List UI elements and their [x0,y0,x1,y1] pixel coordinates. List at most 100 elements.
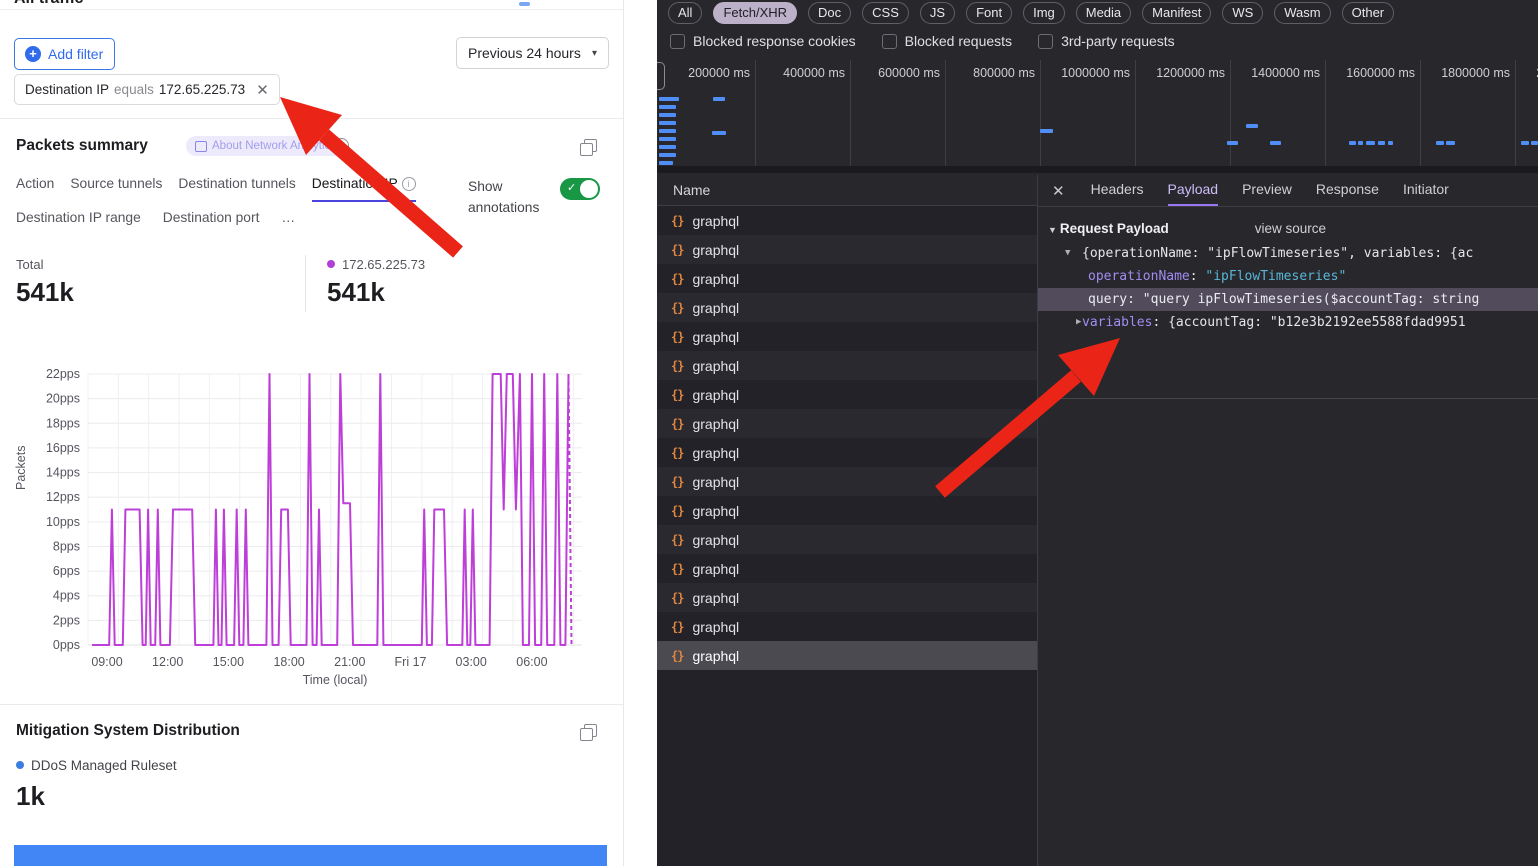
popout-icon[interactable] [584,724,597,737]
info-icon: i [402,177,416,191]
colon: : [1152,315,1168,330]
about-network-analytics-badge[interactable]: About Network Analytics [186,136,345,156]
filter-pill-media[interactable]: Media [1076,2,1131,24]
svg-text:09:00: 09:00 [91,655,122,669]
request-row[interactable]: {}graphql [657,206,1037,235]
tab--[interactable]: … [281,210,295,225]
tab-source-tunnels[interactable]: Source tunnels [70,176,162,202]
request-row[interactable]: {}graphql [657,583,1037,612]
detail-tab-payload[interactable]: Payload [1168,175,1219,206]
network-overview-timeline[interactable]: 200000 ms400000 ms600000 ms800000 ms1000… [657,58,1538,173]
timeline-bottom-strip [657,166,1538,173]
filter-pill-css[interactable]: CSS [862,2,909,24]
name-column-header[interactable]: Name [657,175,1037,206]
popout-icon[interactable] [584,139,597,152]
filter-chip-operator: equals [114,82,154,97]
stat-block: Total541k [16,257,266,308]
svg-text:03:00: 03:00 [456,655,487,669]
request-name: graphql [692,474,739,490]
request-name: graphql [692,503,739,519]
request-timing-mark [659,113,676,117]
remove-filter-icon[interactable]: ✕ [256,81,269,99]
filter-pill-all[interactable]: All [668,2,702,24]
request-row[interactable]: {}graphql [657,641,1037,670]
request-row[interactable]: {}graphql [657,612,1037,641]
show-annotations-toggle[interactable]: ✓ [560,178,600,200]
request-row[interactable]: {}graphql [657,293,1037,322]
json-file-icon: {} [671,301,683,315]
payload-tree-row: operationName: "ipFlowTimeseries" [1038,265,1538,288]
mitigation-value: 1k [16,781,45,812]
request-timing-mark [712,131,726,135]
expand-down-icon[interactable]: ▼ [1065,242,1070,265]
timeline-tick-label: 200000 ms [665,66,750,80]
analytics-panel: All traffic + Add filter Previous 24 hou… [0,0,624,866]
detail-tab-preview[interactable]: Preview [1242,175,1292,206]
request-row[interactable]: {}graphql [657,351,1037,380]
filter-pill-fetch-xhr[interactable]: Fetch/XHR [713,2,797,24]
checkbox-blocked-requests[interactable]: Blocked requests [882,33,1012,49]
request-row[interactable]: {}graphql [657,235,1037,264]
timeline-handle[interactable] [657,62,665,90]
request-row[interactable]: {}graphql [657,554,1037,583]
request-row[interactable]: {}graphql [657,467,1037,496]
checkbox-3rd-party-requests[interactable]: 3rd-party requests [1038,33,1175,49]
request-row[interactable]: {}graphql [657,438,1037,467]
legend-label: DDoS Managed Ruleset [31,758,177,773]
tab-destination-tunnels[interactable]: Destination tunnels [178,176,295,202]
request-row[interactable]: {}graphql [657,264,1037,293]
request-timing-mark [659,161,673,165]
svg-text:8pps: 8pps [53,539,80,553]
request-row[interactable]: {}graphql [657,380,1037,409]
colon: : [1127,292,1143,307]
timeline-tick-label: 1600000 ms [1330,66,1415,80]
detail-tab-initiator[interactable]: Initiator [1403,175,1449,206]
request-timing-mark [1446,141,1455,145]
filter-pill-ws[interactable]: WS [1222,2,1263,24]
request-row[interactable]: {}graphql [657,409,1037,438]
request-timing-mark [659,121,676,125]
filter-chip[interactable]: Destination IP equals 172.65.225.73 ✕ [14,74,280,105]
tab-destination-ip-range[interactable]: Destination IP range [16,210,141,225]
doc-icon [195,141,207,152]
payload-value: "query ipFlowTimeseries($accountTag: str… [1143,292,1480,307]
toggle-knob [580,180,598,198]
request-name: graphql [692,329,739,345]
tab-destination-ip[interactable]: Destination IPi [312,176,416,202]
close-icon[interactable]: ✕ [1052,182,1065,200]
checkbox-blocked-response-cookies[interactable]: Blocked response cookies [670,33,856,49]
expand-right-icon[interactable]: ▶ [1076,311,1081,334]
tab-action[interactable]: Action [16,176,54,202]
json-file-icon: {} [671,388,683,402]
checkbox-icon [670,34,685,49]
detail-tab-headers[interactable]: Headers [1091,175,1144,206]
svg-text:22pps: 22pps [46,367,80,381]
request-row[interactable]: {}graphql [657,525,1037,554]
svg-text:4pps: 4pps [53,589,80,603]
timeline-tick-label: 600000 ms [855,66,940,80]
detail-tab-response[interactable]: Response [1316,175,1379,206]
view-source-link[interactable]: view source [1255,221,1326,236]
request-row[interactable]: {}graphql [657,496,1037,525]
filter-chip-value: 172.65.225.73 [159,82,245,97]
filter-pill-other[interactable]: Other [1342,2,1395,24]
payload-tree-row[interactable]: query: "query ipFlowTimeseries($accountT… [1038,288,1538,311]
timeline-gridline [1515,60,1516,166]
filter-pill-js[interactable]: JS [920,2,955,24]
tab-destination-port[interactable]: Destination port [163,210,260,225]
filter-pill-img[interactable]: Img [1023,2,1065,24]
divider [0,704,623,705]
filter-pill-font[interactable]: Font [966,2,1012,24]
filter-pill-wasm[interactable]: Wasm [1274,2,1330,24]
request-rows: {}graphql{}graphql{}graphql{}graphql{}gr… [657,206,1037,670]
stat-value: 541k [327,277,577,308]
filter-pill-manifest[interactable]: Manifest [1142,2,1211,24]
payload-preview-text: {operationName: "ipFlowTimeseries", vari… [1082,246,1473,261]
request-timing-mark [1521,141,1529,145]
timeline-gridline [1230,60,1231,166]
request-row[interactable]: {}graphql [657,322,1037,351]
add-filter-button[interactable]: + Add filter [14,38,115,70]
expand-down-icon[interactable]: ▼ [1048,225,1057,235]
time-range-dropdown[interactable]: Previous 24 hours ▾ [456,37,609,69]
filter-pill-doc[interactable]: Doc [808,2,851,24]
